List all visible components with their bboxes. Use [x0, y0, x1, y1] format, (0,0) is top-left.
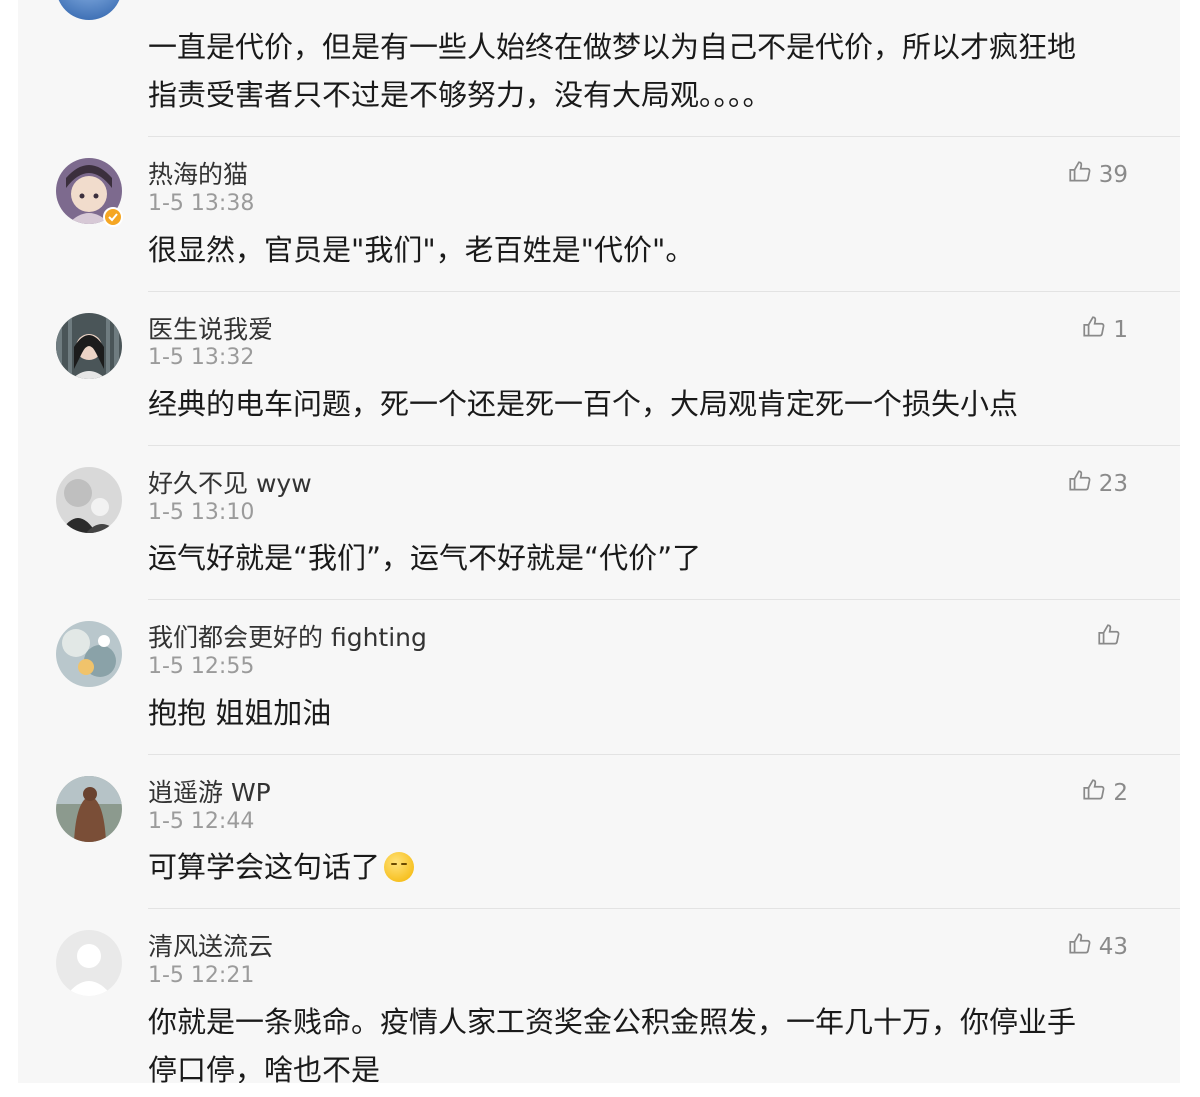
- comment-text: 一直是代价，但是有一些人始终在做梦以为自己不是代价，所以才疯狂地 指责受害者只不…: [148, 30, 1077, 112]
- comment-text: 可算学会这句话了: [148, 843, 1138, 891]
- timestamp: 1-5 12:21: [148, 963, 255, 988]
- like-button[interactable]: 23: [1067, 468, 1128, 500]
- username[interactable]: 热海的猫: [148, 155, 248, 191]
- comment-item: 热海的猫 1-5 13:38 很显然，官员是"我们"，老百姓是"代价"。 39: [18, 137, 1180, 292]
- comment-item: 清风送流云 1-5 12:21 你就是一条贱命。疫情人家工资奖金公积金照发，一年…: [18, 909, 1180, 1083]
- avatar[interactable]: [56, 621, 122, 687]
- like-count: 1: [1113, 317, 1128, 343]
- timestamp: 1-5 12:55: [148, 654, 255, 679]
- like-count: 2: [1113, 780, 1128, 806]
- thumbs-up-icon: [1096, 622, 1122, 654]
- timestamp: 1-5 12:44: [148, 809, 255, 834]
- thumbs-up-icon: [1081, 777, 1107, 809]
- comment-text: 很显然，官员是"我们"，老百姓是"代价"。: [148, 233, 695, 267]
- comment-list: 一直是代价，但是有一些人始终在做梦以为自己不是代价，所以才疯狂地 指责受害者只不…: [18, 0, 1180, 1083]
- like-button[interactable]: 1: [1081, 314, 1128, 346]
- like-count: 39: [1098, 162, 1128, 188]
- comment-item: 逍遥游 WP 1-5 12:44 可算学会这句话了 2: [18, 755, 1180, 909]
- timestamp: 1-5 13:10: [148, 500, 255, 525]
- like-button[interactable]: [1096, 622, 1128, 654]
- avatar[interactable]: [56, 467, 122, 533]
- username[interactable]: 逍遥游 WP: [148, 773, 271, 809]
- username[interactable]: 好久不见 wyw: [148, 464, 312, 500]
- avatar[interactable]: [56, 776, 122, 842]
- like-count: 23: [1098, 471, 1128, 497]
- comment-text: 你就是一条贱命。疫情人家工资奖金公积金照发，一年几十万，你停业手 停口停，啥也不…: [148, 1005, 1077, 1083]
- scroll-edge: [1180, 0, 1200, 1083]
- username[interactable]: 医生说我爱: [148, 310, 273, 346]
- comment-item: 好久不见 wyw 1-5 13:10 运气好就是“我们”，运气不好就是“代价”了…: [18, 446, 1180, 600]
- thumbs-up-icon: [1067, 159, 1093, 191]
- shush-face-emoji: [384, 852, 415, 882]
- verified-badge-icon: [103, 207, 123, 227]
- username[interactable]: 清风送流云: [148, 927, 273, 963]
- comment-item: 医生说我爱 1-5 13:32 经典的电车问题，死一个还是死一百个，大局观肯定死…: [18, 292, 1180, 446]
- timestamp: 1-5 13:32: [148, 345, 255, 370]
- like-button[interactable]: 39: [1067, 159, 1128, 191]
- like-button[interactable]: 2: [1081, 777, 1128, 809]
- like-button[interactable]: 43: [1067, 931, 1128, 963]
- like-count: 43: [1098, 934, 1128, 960]
- comment-item: 一直是代价，但是有一些人始终在做梦以为自己不是代价，所以才疯狂地 指责受害者只不…: [18, 0, 1180, 137]
- timestamp: 1-5 13:38: [148, 191, 255, 216]
- default-avatar-icon[interactable]: [56, 930, 122, 996]
- comment-text: 运气好就是“我们”，运气不好就是“代价”了: [148, 541, 702, 575]
- avatar[interactable]: [56, 0, 122, 20]
- comment-text: 经典的电车问题，死一个还是死一百个，大局观肯定死一个损失小点: [148, 387, 1019, 421]
- thumbs-up-icon: [1067, 931, 1093, 963]
- comment-text: 抱抱 姐姐加油: [148, 696, 332, 730]
- avatar[interactable]: [56, 313, 122, 379]
- comment-item: 我们都会更好的 fighting 1-5 12:55 抱抱 姐姐加油: [18, 600, 1180, 755]
- username[interactable]: 我们都会更好的 fighting: [148, 618, 427, 654]
- thumbs-up-icon: [1081, 314, 1107, 346]
- thumbs-up-icon: [1067, 468, 1093, 500]
- bottom-edge: [0, 1083, 1200, 1097]
